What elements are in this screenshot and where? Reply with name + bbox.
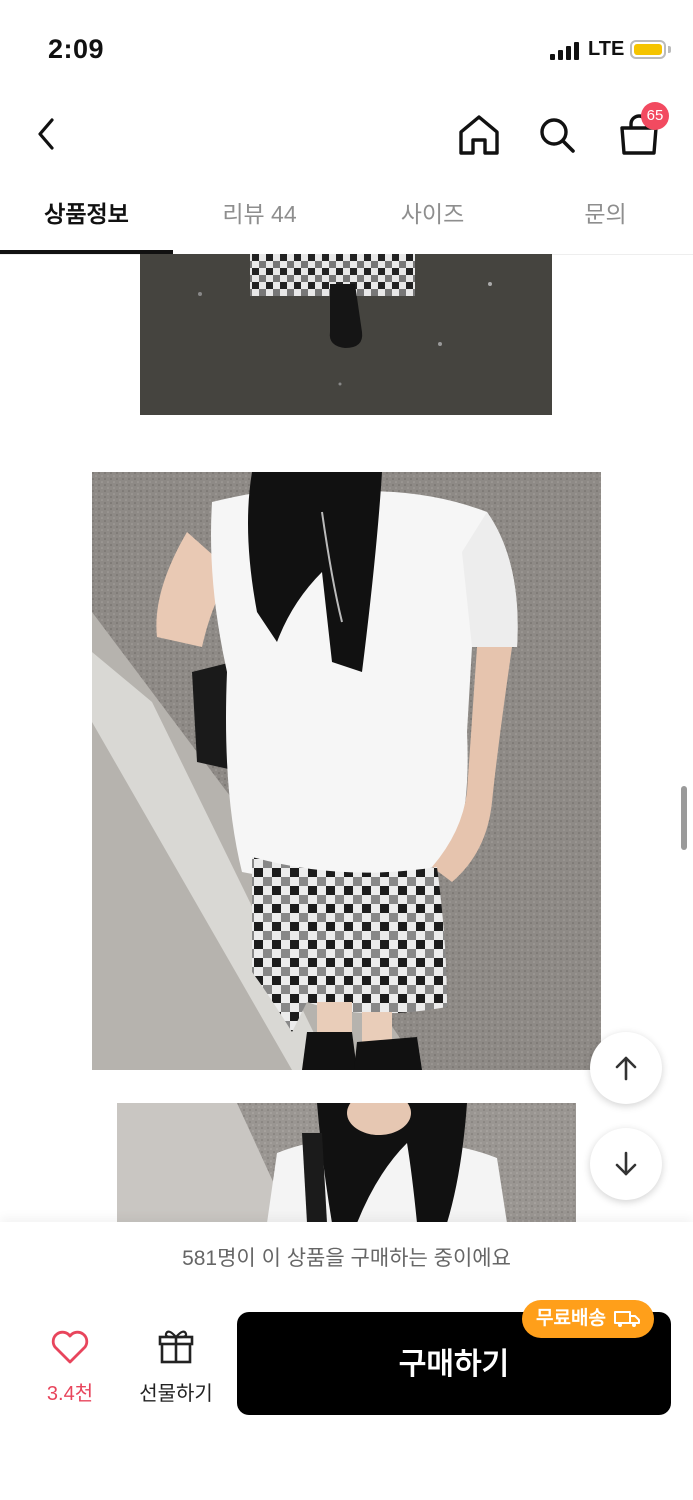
top-nav-bar [0,96,693,176]
gift-label: 선물하기 [139,1383,213,1405]
home-button[interactable] [454,110,504,160]
gift-icon [158,1330,194,1364]
battery-icon [630,40,666,59]
tab-product-info[interactable]: 상품정보 [0,184,173,252]
product-image-1 [140,254,552,415]
product-image-2 [92,472,601,1070]
product-image-3 [117,1103,576,1223]
scroll-bottom-button[interactable] [590,1128,662,1200]
status-bar: 2:09 LTE [0,0,693,96]
tab-inquiry[interactable]: 문의 [519,184,692,252]
search-icon [540,118,575,153]
arrow-down-icon [615,1151,637,1176]
cart-count-badge: 65 [641,102,669,130]
buying-now-text: 581명이 이 상품을 구매하는 중이에요 [182,1247,511,1270]
home-icon [459,115,499,155]
arrow-up-icon [615,1056,637,1081]
like-count: 3.4천 [46,1383,94,1405]
status-time: 2:09 [48,34,105,64]
truck-icon [613,1311,640,1327]
scroll-indicator[interactable] [681,786,687,850]
battery-tip [668,46,671,53]
back-button[interactable] [28,112,68,156]
gift-button[interactable] [156,1326,196,1371]
free-shipping-badge: 무료배송 [522,1300,654,1338]
signal-icon [550,42,582,60]
product-tabs: 상품정보 리뷰 44 사이즈 문의 [0,184,693,255]
heart-icon [51,1330,89,1364]
tab-size[interactable]: 사이즈 [346,184,519,252]
search-button[interactable] [534,110,580,160]
network-label: LTE [588,38,625,60]
like-button[interactable] [40,1326,100,1371]
free-shipping-label: 무료배송 [536,1308,606,1329]
tab-reviews[interactable]: 리뷰 44 [173,184,346,252]
chevron-left-icon [38,118,54,150]
scroll-top-button[interactable] [590,1032,662,1104]
